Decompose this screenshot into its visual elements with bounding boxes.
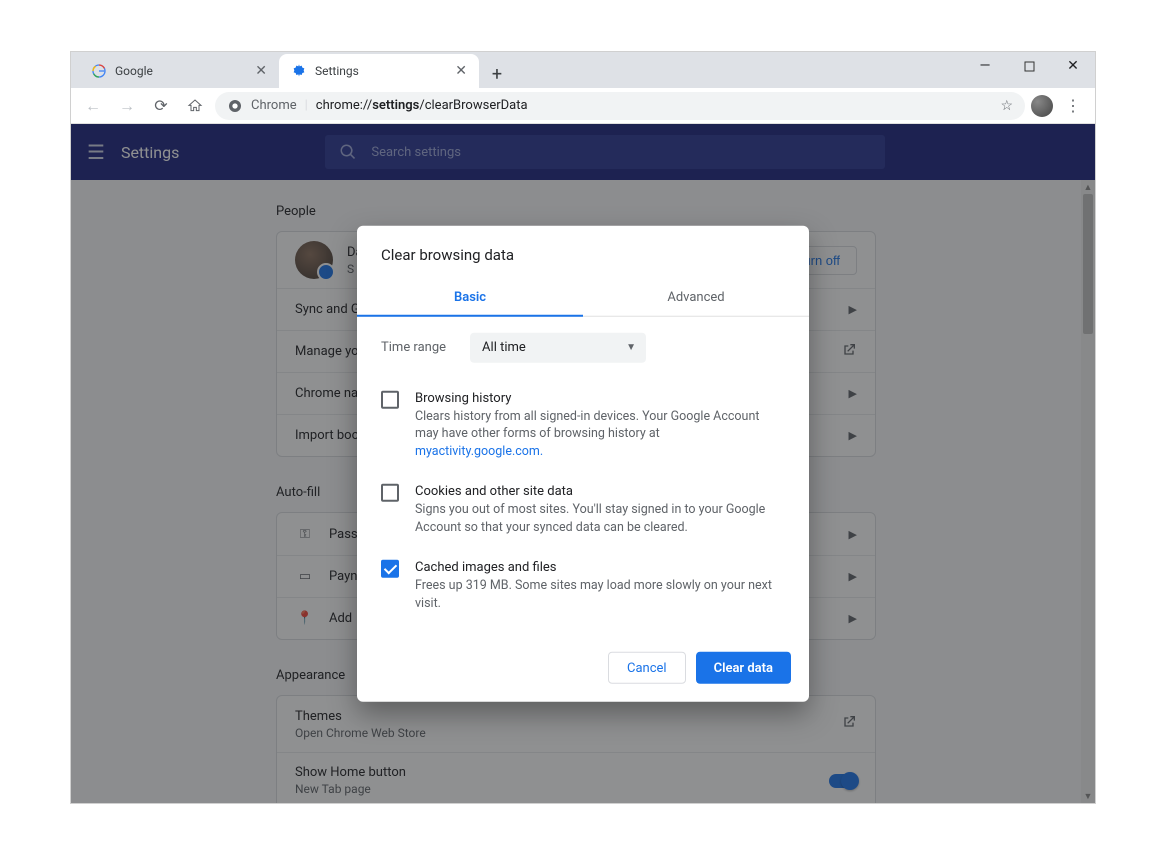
tab-strip: Google ✕ Settings ✕ +	[71, 52, 1095, 88]
tab-title: Settings	[315, 64, 359, 78]
checkbox[interactable]	[381, 484, 399, 502]
window-close[interactable]: ✕	[1051, 52, 1095, 80]
tab-settings[interactable]: Settings ✕	[279, 54, 479, 88]
back-button[interactable]: ←	[79, 92, 107, 120]
settings-content: ☰ Settings Search settings People David …	[71, 124, 1095, 803]
option-cached[interactable]: Cached images and files Frees up 319 MB.…	[381, 552, 785, 628]
maximize-icon	[1024, 61, 1035, 72]
option-desc: Signs you out of most sites. You'll stay…	[415, 501, 785, 536]
dialog-tabs: Basic Advanced	[357, 279, 809, 316]
time-range-label: Time range	[381, 340, 446, 355]
omnibox-label: Chrome	[251, 98, 297, 113]
forward-button[interactable]: →	[113, 92, 141, 120]
gear-icon	[291, 63, 307, 79]
option-browsing-history[interactable]: Browsing history Clears history from all…	[381, 382, 785, 476]
time-range-value: All time	[482, 340, 526, 355]
option-title: Cookies and other site data	[415, 484, 785, 499]
omnibox-url: chrome://settings/clearBrowserData	[316, 98, 528, 113]
address-bar[interactable]: Chrome | chrome://settings/clearBrowserD…	[215, 92, 1025, 120]
myactivity-link[interactable]: myactivity.google.com.	[415, 443, 543, 458]
checkbox[interactable]	[381, 560, 399, 578]
new-tab-button[interactable]: +	[483, 60, 511, 88]
browser-toolbar: ← → ⟳ Chrome | chrome://settings/clearBr…	[71, 88, 1095, 124]
window-maximize[interactable]	[1007, 52, 1051, 80]
reload-button[interactable]: ⟳	[147, 92, 175, 120]
tab-basic[interactable]: Basic	[357, 279, 583, 316]
clear-data-button[interactable]: Clear data	[696, 652, 791, 684]
chrome-icon	[227, 98, 243, 114]
option-desc: Clears history from all signed-in device…	[415, 407, 785, 460]
chevron-down-icon: ▼	[626, 342, 636, 353]
clear-browsing-data-dialog: Clear browsing data Basic Advanced Time …	[357, 225, 809, 702]
option-title: Cached images and files	[415, 560, 785, 575]
cancel-button[interactable]: Cancel	[608, 652, 686, 684]
tab-title: Google	[115, 64, 153, 78]
close-icon[interactable]: ✕	[255, 63, 267, 79]
window-minimize[interactable]: —	[963, 52, 1007, 80]
profile-avatar[interactable]	[1031, 95, 1053, 117]
option-cookies[interactable]: Cookies and other site data Signs you ou…	[381, 476, 785, 552]
chrome-menu-button[interactable]: ⋮	[1059, 92, 1087, 120]
home-button[interactable]	[181, 92, 209, 120]
option-desc: Frees up 319 MB. Some sites may load mor…	[415, 577, 785, 612]
google-favicon-icon	[91, 63, 107, 79]
home-icon	[187, 98, 203, 114]
close-icon[interactable]: ✕	[455, 63, 467, 79]
checkbox[interactable]	[381, 390, 399, 408]
tab-google[interactable]: Google ✕	[79, 54, 279, 88]
tab-advanced[interactable]: Advanced	[583, 279, 809, 315]
option-title: Browsing history	[415, 390, 785, 405]
time-range-select[interactable]: All time ▼	[470, 332, 646, 362]
dialog-title: Clear browsing data	[357, 225, 809, 279]
bookmark-star-icon[interactable]: ☆	[1000, 98, 1013, 114]
